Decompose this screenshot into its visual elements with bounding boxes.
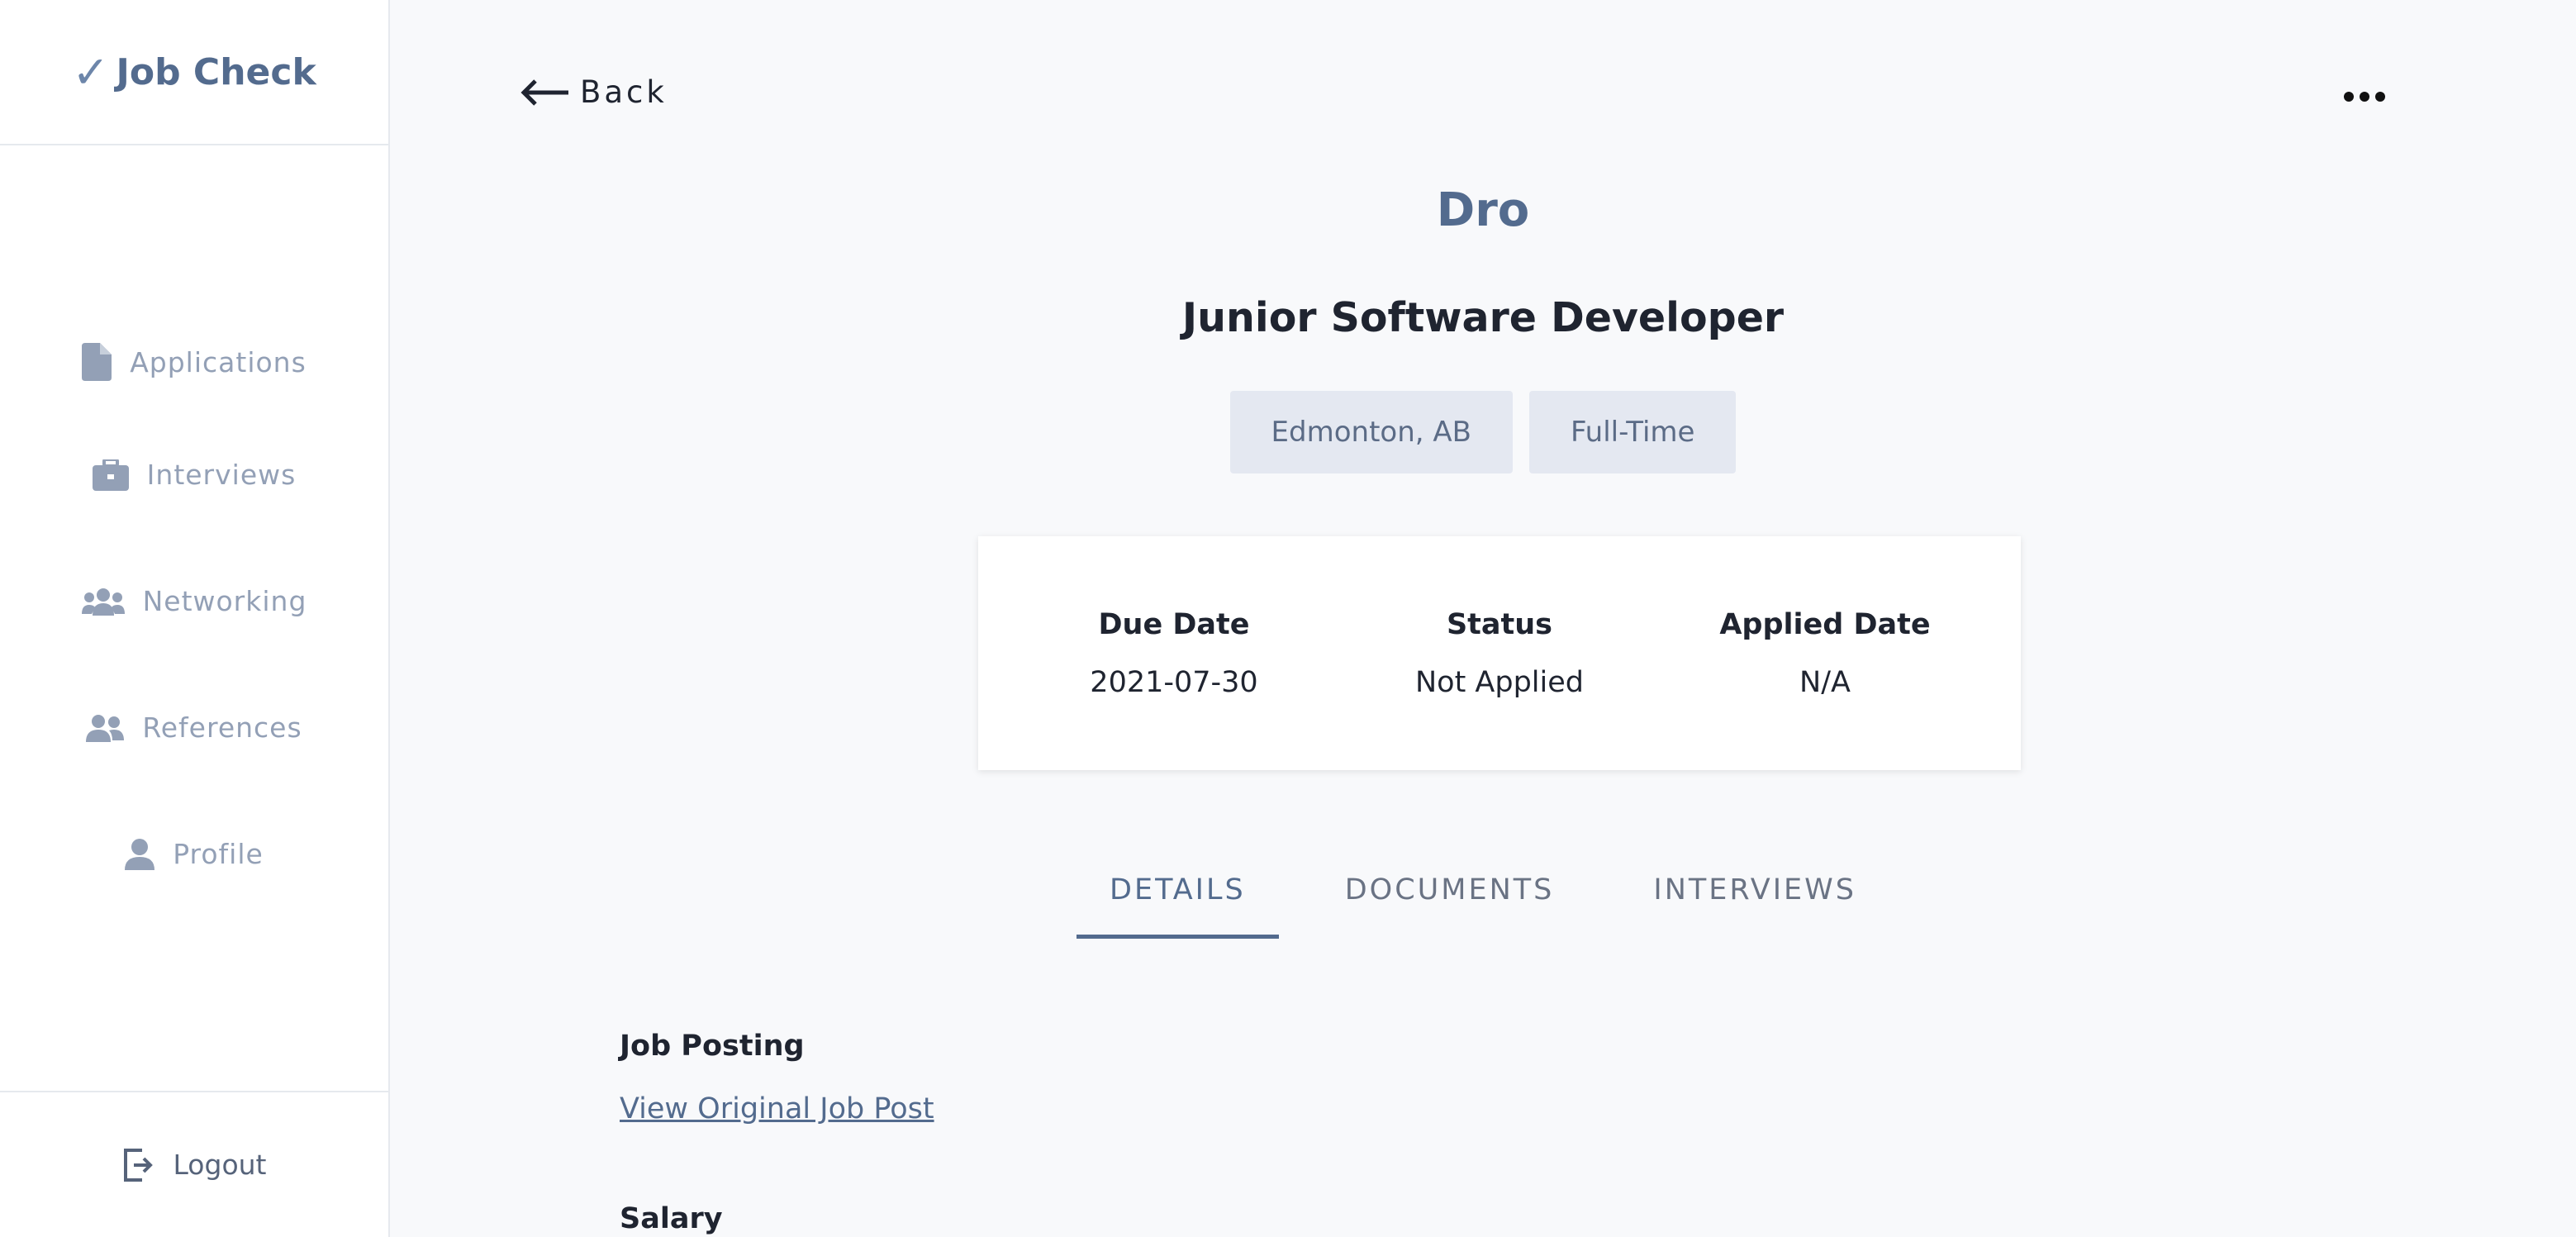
sidebar-nav: Applications Interviews Networking Refer… bbox=[0, 312, 388, 917]
sidebar-item-label: Networking bbox=[142, 585, 307, 617]
view-original-job-post-link[interactable]: View Original Job Post bbox=[620, 1092, 934, 1125]
sidebar-item-profile[interactable]: Profile bbox=[0, 791, 388, 917]
user-icon bbox=[125, 838, 155, 870]
sidebar-item-references[interactable]: References bbox=[0, 664, 388, 791]
sidebar: ✓ Job Check Applications Interviews Netw… bbox=[0, 0, 390, 1237]
user-friends-icon bbox=[86, 714, 125, 742]
application-summary-card: Due Date 2021-07-30 Status Not Applied A… bbox=[978, 536, 2021, 770]
brand-name: Job Check bbox=[116, 50, 316, 93]
sidebar-item-label: Interviews bbox=[146, 459, 297, 491]
app: ✓ Job Check Applications Interviews Netw… bbox=[0, 0, 2576, 1237]
logout-label: Logout bbox=[173, 1149, 267, 1181]
back-button[interactable]: Back bbox=[520, 74, 668, 110]
sidebar-item-applications[interactable]: Applications bbox=[0, 312, 388, 412]
sidebar-item-label: Applications bbox=[130, 345, 307, 378]
arrow-left-icon bbox=[520, 79, 568, 106]
due-date-value: 2021-07-30 bbox=[1090, 665, 1258, 699]
main-content: Back Dro Junior Software Developer Edmon… bbox=[390, 0, 2576, 1237]
applied-date-label: Applied Date bbox=[1719, 607, 1931, 641]
logout-button[interactable]: Logout bbox=[0, 1091, 388, 1237]
checkmark-icon: ✓ bbox=[72, 45, 110, 98]
dot bbox=[2344, 92, 2354, 102]
company-name: Dro bbox=[1436, 183, 1530, 237]
job-title: Junior Software Developer bbox=[1181, 294, 1785, 341]
back-label: Back bbox=[580, 74, 668, 110]
more-options-icon[interactable] bbox=[2331, 79, 2398, 115]
job-tags: Edmonton, AB Full-Time bbox=[390, 391, 2576, 473]
status-label: Status bbox=[1446, 607, 1553, 641]
salary-label: Salary bbox=[620, 1202, 723, 1235]
due-date-label: Due Date bbox=[1098, 607, 1250, 641]
dot bbox=[2360, 92, 2369, 102]
due-date: Due Date 2021-07-30 bbox=[1038, 608, 1310, 699]
sidebar-item-interviews[interactable]: Interviews bbox=[0, 412, 388, 538]
detail-tabs: DETAILS DOCUMENTS INTERVIEWS bbox=[390, 864, 2576, 939]
job-posting-label: Job Posting bbox=[620, 1030, 805, 1063]
sidebar-item-label: Profile bbox=[173, 838, 264, 870]
tab-interviews[interactable]: INTERVIEWS bbox=[1620, 864, 1889, 939]
status-value: Not Applied bbox=[1414, 665, 1585, 699]
sign-out-icon bbox=[123, 1148, 153, 1182]
brand-logo[interactable]: ✓ Job Check bbox=[0, 0, 388, 145]
applied-date: Applied Date N/A bbox=[1689, 608, 1961, 699]
applied-date-value: N/A bbox=[1799, 665, 1851, 699]
sidebar-item-networking[interactable]: Networking bbox=[0, 538, 388, 664]
users-icon bbox=[81, 588, 125, 616]
tab-details[interactable]: DETAILS bbox=[1077, 864, 1279, 939]
sidebar-item-label: References bbox=[142, 711, 302, 744]
employment-type-tag: Full-Time bbox=[1528, 391, 1737, 473]
dot bbox=[2375, 92, 2385, 102]
location-tag: Edmonton, AB bbox=[1229, 391, 1513, 473]
briefcase-icon bbox=[92, 459, 129, 491]
status: Status Not Applied bbox=[1363, 608, 1636, 699]
document-icon bbox=[82, 343, 112, 381]
tab-documents[interactable]: DOCUMENTS bbox=[1312, 864, 1588, 939]
